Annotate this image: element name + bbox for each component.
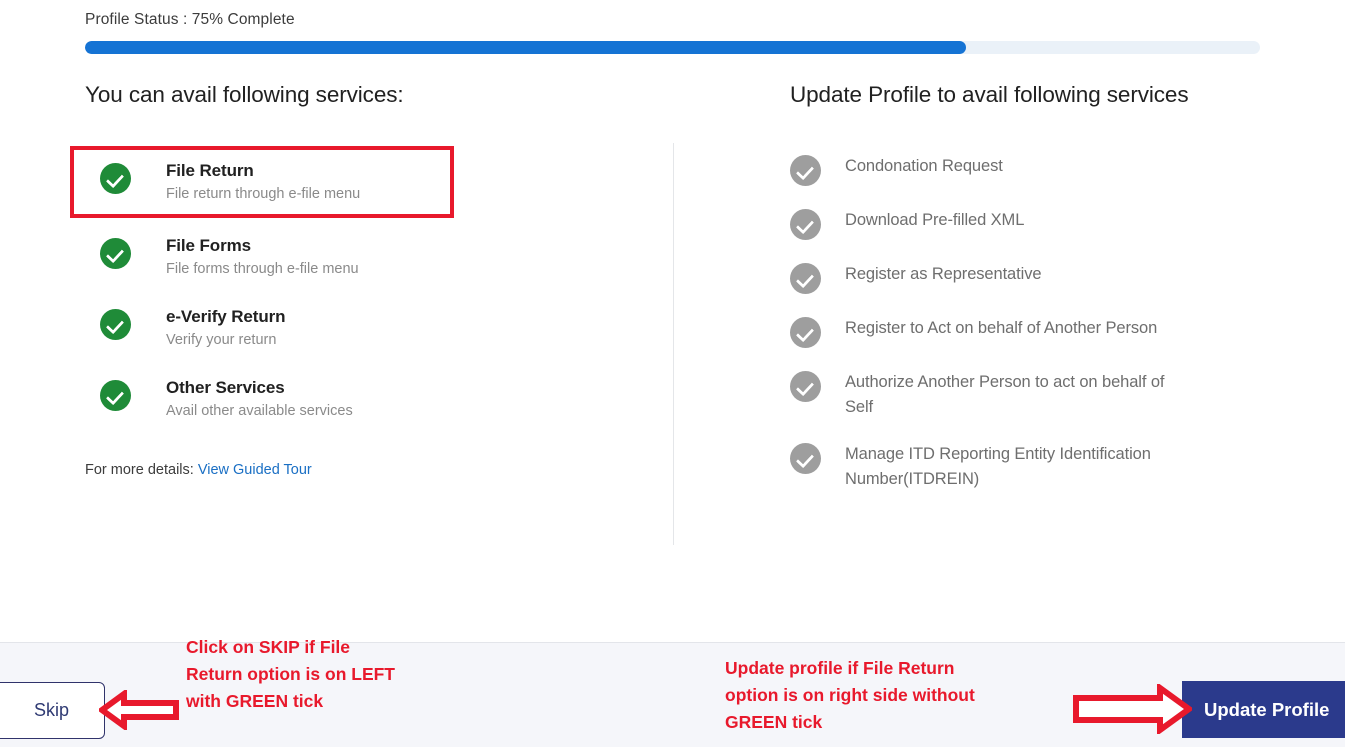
- available-services-column: You can avail following services: File R…: [70, 78, 645, 478]
- update-service-row-authorize-another-person: Authorize Another Person to act on behal…: [790, 370, 1260, 420]
- check-circle-icon: [790, 155, 821, 186]
- update-profile-button[interactable]: Update Profile: [1182, 681, 1345, 738]
- update-service-label: Manage ITD Reporting Entity Identificati…: [845, 445, 1151, 488]
- service-row-file-forms[interactable]: File Forms File forms through e-file men…: [85, 233, 645, 289]
- annotation-update-instruction: Update profile if File Return option is …: [725, 658, 975, 732]
- more-details-line: For more details: View Guided Tour: [85, 462, 645, 478]
- service-row-other-services[interactable]: Other Services Avail other available ser…: [85, 375, 645, 431]
- update-service-label: Download Pre-filled XML: [845, 211, 1025, 229]
- service-subtitle: File return through e-file menu: [166, 186, 361, 202]
- update-service-label: Authorize Another Person to act on behal…: [845, 373, 1165, 416]
- check-circle-icon: [790, 317, 821, 348]
- update-profile-services-heading: Update Profile to avail following servic…: [790, 82, 1189, 107]
- service-title: File Forms: [166, 236, 251, 255]
- service-text: File Return File return through e-file m…: [166, 158, 360, 205]
- update-service-row-condonation-request: Condonation Request: [790, 154, 1260, 186]
- update-profile-services-list: Condonation Request Download Pre-filled …: [790, 154, 1260, 492]
- check-circle-icon: [100, 163, 131, 194]
- service-title: e-Verify Return: [166, 307, 286, 326]
- update-service-label: Register to Act on behalf of Another Per…: [845, 319, 1158, 337]
- update-service-label: Condonation Request: [845, 157, 1003, 175]
- update-service-row-register-as-representative: Register as Representative: [790, 262, 1260, 294]
- service-text: Other Services Avail other available ser…: [166, 375, 353, 422]
- update-service-row-register-to-act-on-behalf: Register to Act on behalf of Another Per…: [790, 316, 1260, 348]
- right-arrow-icon: [1073, 684, 1192, 734]
- update-service-row-manage-itdrein: Manage ITD Reporting Entity Identificati…: [790, 442, 1260, 492]
- check-circle-icon: [100, 380, 131, 411]
- check-circle-icon: [100, 238, 131, 269]
- column-divider: [673, 143, 674, 545]
- profile-progress-bar: [85, 41, 1260, 54]
- service-text: File Forms File forms through e-file men…: [166, 233, 359, 280]
- annotation-skip-instruction: Click on SKIP if File Return option is o…: [186, 637, 396, 711]
- profile-status-section: Profile Status : 75% Complete: [85, 10, 1260, 54]
- available-services-list: File Return File return through e-file m…: [70, 146, 645, 431]
- service-subtitle: File forms through e-file menu: [166, 261, 359, 277]
- check-circle-icon: [100, 309, 131, 340]
- profile-progress-fill: [85, 41, 967, 54]
- service-title: File Return: [166, 161, 254, 180]
- update-service-label: Register as Representative: [845, 265, 1042, 283]
- check-circle-icon: [790, 263, 821, 294]
- check-circle-icon: [790, 209, 821, 240]
- left-arrow-icon: [99, 690, 179, 730]
- service-text: e-Verify Return Verify your return: [166, 304, 286, 351]
- service-row-e-verify-return[interactable]: e-Verify Return Verify your return: [85, 304, 645, 360]
- update-profile-services-column: Update Profile to avail following servic…: [790, 78, 1260, 514]
- profile-status-label: Profile Status : 75% Complete: [85, 11, 295, 28]
- service-row-file-return[interactable]: File Return File return through e-file m…: [70, 146, 454, 218]
- service-subtitle: Avail other available services: [166, 403, 353, 419]
- check-circle-icon: [790, 443, 821, 474]
- more-details-prefix: For more details:: [85, 462, 198, 478]
- update-service-row-download-prefilled-xml: Download Pre-filled XML: [790, 208, 1260, 240]
- skip-button[interactable]: Skip: [0, 682, 105, 739]
- service-subtitle: Verify your return: [166, 332, 277, 348]
- available-services-heading: You can avail following services:: [85, 82, 404, 107]
- check-circle-icon: [790, 371, 821, 402]
- service-title: Other Services: [166, 378, 285, 397]
- view-guided-tour-link[interactable]: View Guided Tour: [198, 462, 312, 478]
